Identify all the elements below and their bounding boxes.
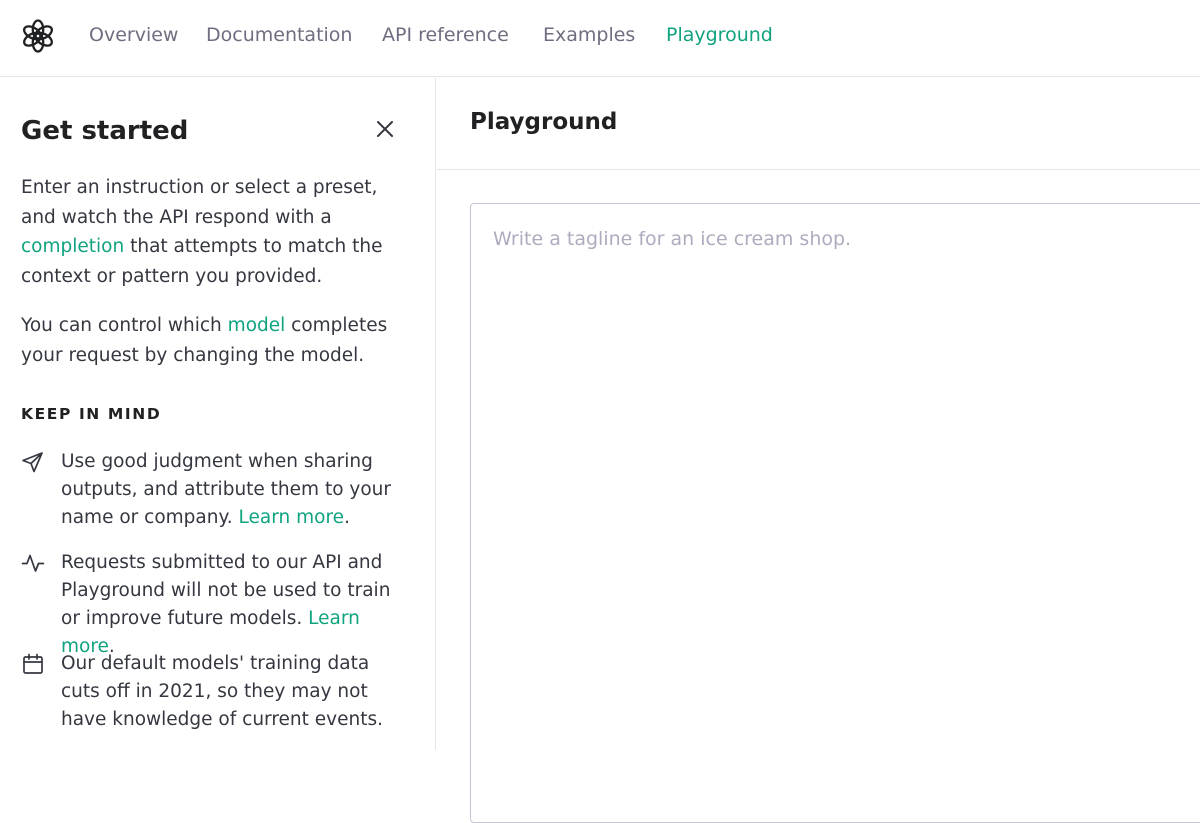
main-header: Playground [437, 78, 1200, 170]
tip-text: Requests submitted to our API and Playgr… [61, 552, 391, 657]
page-title: Playground [470, 109, 618, 135]
keep-in-mind-heading: KEEP IN MIND [21, 405, 162, 423]
playground-main: Playground [437, 78, 1200, 823]
model-paragraph: You can control which model completes yo… [21, 315, 388, 366]
tip-text: Use good judgment when sharing outputs, … [61, 451, 391, 528]
nav-overview[interactable]: Overview [89, 23, 178, 47]
top-nav: Overview Documentation API reference Exa… [0, 0, 1200, 77]
model-link[interactable]: model [228, 315, 286, 336]
intro-paragraph: Enter an instruction or select a preset,… [21, 177, 383, 287]
paper-plane-icon [22, 452, 43, 473]
close-icon[interactable] [372, 116, 398, 142]
nav-api-reference[interactable]: API reference [382, 23, 509, 47]
prompt-input[interactable] [470, 203, 1200, 823]
nav-playground[interactable]: Playground [666, 23, 773, 47]
tip-text: Our default models' training data cuts o… [61, 653, 383, 730]
nav-documentation[interactable]: Documentation [206, 23, 352, 47]
completion-link[interactable]: completion [21, 236, 124, 257]
sidebar-title: Get started [21, 116, 189, 146]
nav-examples[interactable]: Examples [543, 23, 635, 47]
calendar-icon [23, 653, 43, 674]
openai-logo-icon[interactable] [20, 18, 56, 54]
activity-icon [21, 554, 45, 572]
learn-more-link[interactable]: Learn more [239, 507, 345, 528]
get-started-sidebar: Get started Enter an instruction or sele… [0, 78, 436, 750]
